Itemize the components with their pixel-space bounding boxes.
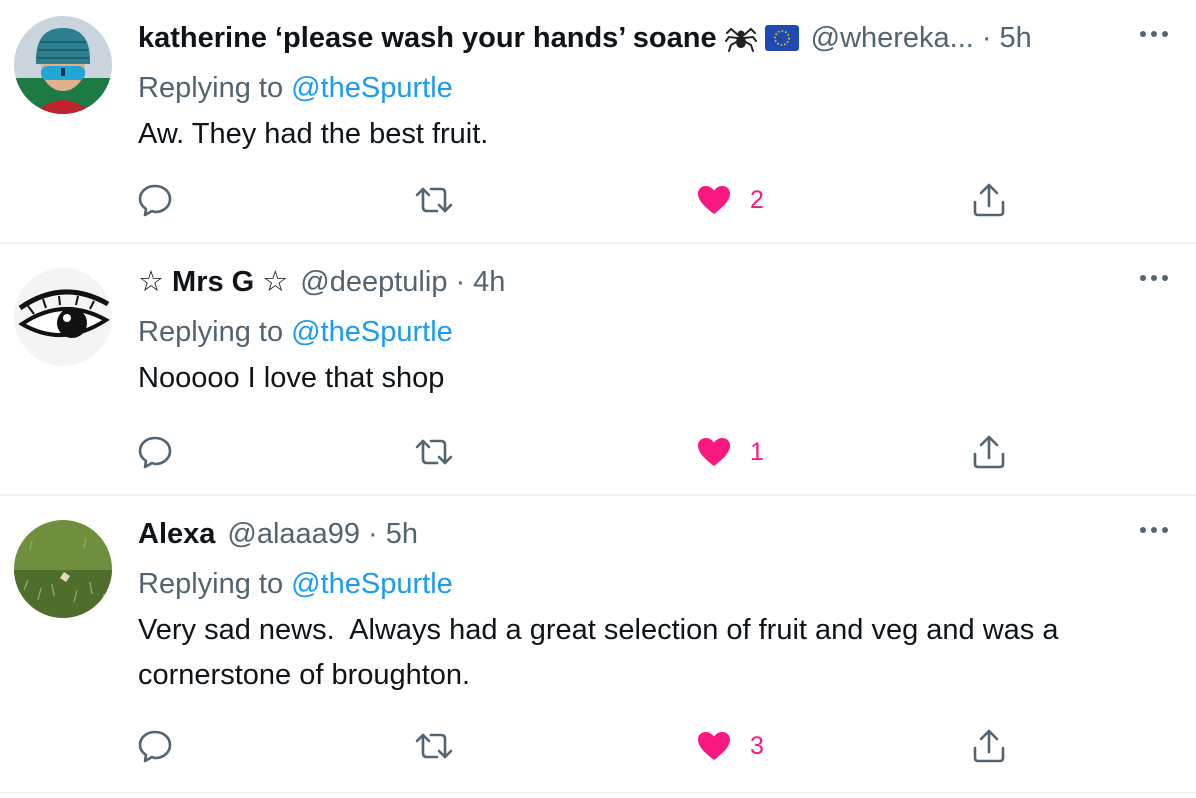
eu-flag-emoji: [764, 25, 799, 51]
replying-to: Replying to @theSpurtle: [138, 564, 453, 604]
reply-button[interactable]: [136, 726, 174, 766]
replying-to: Replying to @theSpurtle: [138, 312, 453, 352]
like-count: 2: [750, 185, 764, 214]
retweet-button[interactable]: [413, 726, 455, 766]
tweet-reply[interactable]: Alexa @alaaa99 · 5h Replying to @theSpur…: [0, 496, 1196, 794]
replying-to-label: Replying to: [138, 568, 284, 600]
share-icon: [970, 182, 1008, 218]
tweet-reply[interactable]: katherine ‘please wash your hands’ soane…: [0, 0, 1196, 244]
spider-emoji: [724, 23, 757, 53]
author-name[interactable]: katherine ‘please wash your hands’ soane: [138, 16, 717, 60]
replying-to-link[interactable]: @theSpurtle: [291, 568, 453, 600]
heart-filled-icon: [696, 184, 732, 216]
retweet-icon: [413, 729, 455, 763]
timestamp[interactable]: 5h: [1000, 16, 1032, 60]
author-handle[interactable]: @alaaa99: [227, 512, 360, 556]
comment-icon: [136, 182, 174, 218]
heart-filled-icon: [696, 730, 732, 762]
reply-text: Aw. They had the best fruit.: [138, 118, 489, 150]
reply-button[interactable]: [136, 180, 174, 220]
separator-dot: ·: [455, 266, 466, 298]
replying-to-link[interactable]: @theSpurtle: [291, 72, 453, 104]
like-count: 3: [750, 731, 764, 760]
like-button[interactable]: 3: [696, 726, 764, 766]
share-icon: [970, 434, 1008, 470]
reply-header: Alexa @alaaa99 · 5h: [138, 512, 418, 556]
like-button[interactable]: 2: [696, 180, 764, 220]
more-options-icon[interactable]: [1134, 258, 1174, 298]
replying-to-label: Replying to: [138, 72, 284, 104]
replying-to-link[interactable]: @theSpurtle: [291, 316, 453, 348]
author-name[interactable]: ☆ Mrs G ☆: [138, 260, 288, 304]
reply-text: Nooooo I love that shop: [138, 362, 445, 394]
share-button[interactable]: [970, 726, 1008, 766]
timestamp[interactable]: 5h: [386, 512, 418, 556]
comment-icon: [136, 434, 174, 470]
retweet-button[interactable]: [413, 180, 455, 220]
avatar[interactable]: [14, 268, 112, 366]
replying-to-label: Replying to: [138, 316, 284, 348]
more-options-icon[interactable]: [1134, 14, 1174, 54]
share-button[interactable]: [970, 432, 1008, 472]
like-button[interactable]: 1: [696, 432, 764, 472]
author-handle[interactable]: @whereka...: [811, 16, 974, 60]
avatar[interactable]: [14, 16, 112, 114]
like-count: 1: [750, 437, 764, 466]
replying-to: Replying to @theSpurtle: [138, 68, 453, 108]
author-name[interactable]: Alexa: [138, 512, 215, 556]
timestamp[interactable]: 4h: [473, 260, 505, 304]
reply-header: katherine ‘please wash your hands’ soane…: [138, 16, 1032, 60]
more-options-icon[interactable]: [1134, 510, 1174, 550]
reply-text: Very sad news. Always had a great select…: [138, 614, 1067, 691]
retweet-icon: [413, 435, 455, 469]
author-handle[interactable]: @deeptulip: [300, 260, 447, 304]
tweet-reply[interactable]: ☆ Mrs G ☆ @deeptulip · 4h Replying to @t…: [0, 244, 1196, 496]
share-icon: [970, 728, 1008, 764]
reply-button[interactable]: [136, 432, 174, 472]
reply-header: ☆ Mrs G ☆ @deeptulip · 4h: [138, 260, 505, 304]
comment-icon: [136, 728, 174, 764]
retweet-button[interactable]: [413, 432, 455, 472]
heart-filled-icon: [696, 436, 732, 468]
retweet-icon: [413, 183, 455, 217]
share-button[interactable]: [970, 180, 1008, 220]
separator-dot: ·: [981, 22, 992, 54]
avatar[interactable]: [14, 520, 112, 618]
separator-dot: ·: [368, 518, 378, 550]
